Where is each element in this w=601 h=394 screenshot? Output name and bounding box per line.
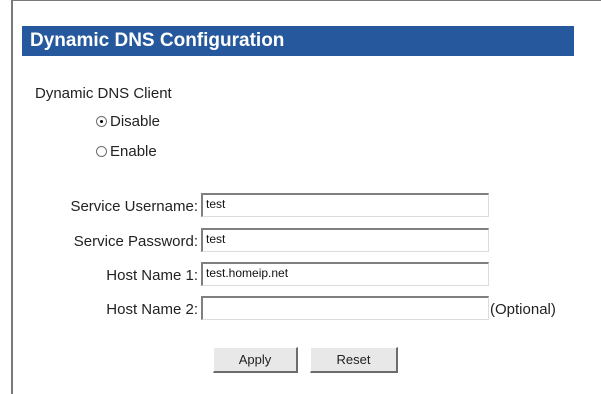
host-name-1-label: Host Name 1:	[106, 267, 198, 284]
host-name-2-input[interactable]	[201, 296, 489, 320]
optional-note: (Optional)	[490, 301, 556, 318]
service-username-input[interactable]: test	[201, 193, 489, 217]
page-title: Dynamic DNS Configuration	[30, 30, 285, 51]
section-header: Dynamic DNS Configuration	[22, 26, 574, 56]
dynamic-dns-client-label: Dynamic DNS Client	[35, 85, 172, 102]
host-name-1-input[interactable]: test.homeip.net	[201, 262, 489, 286]
service-username-label: Service Username:	[70, 198, 198, 215]
disable-radio[interactable]	[96, 116, 107, 127]
enable-label: Enable	[110, 143, 157, 160]
reset-button[interactable]: Reset	[310, 347, 398, 373]
service-password-label: Service Password:	[73, 233, 198, 250]
enable-radio[interactable]	[96, 146, 107, 157]
apply-button[interactable]: Apply	[213, 347, 298, 373]
enable-radio-option[interactable]: Enable	[96, 143, 157, 160]
disable-label: Disable	[110, 113, 161, 130]
host-name-2-label: Host Name 2:	[106, 301, 198, 318]
disable-radio-option[interactable]: Disable	[96, 113, 160, 130]
service-password-input[interactable]: test	[201, 228, 489, 252]
